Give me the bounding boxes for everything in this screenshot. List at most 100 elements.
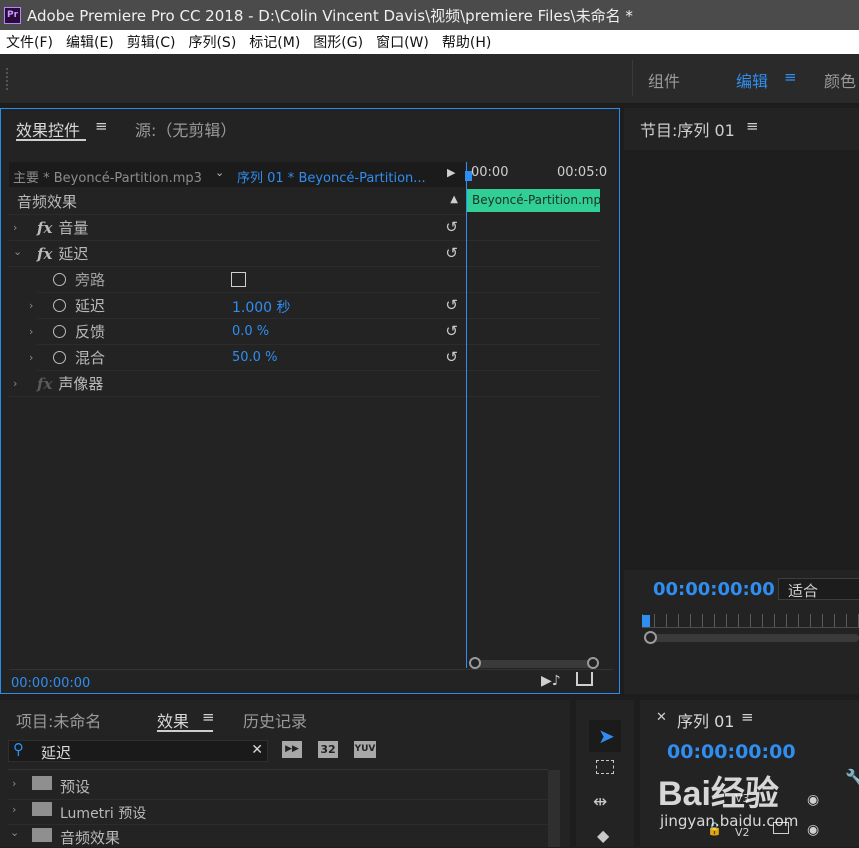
tree-item-lumetri-presets[interactable]: › Lumetri 预设: [8, 799, 548, 823]
clear-search-icon[interactable]: ✕: [251, 742, 263, 758]
collapse-chevron-icon[interactable]: ⌄: [10, 826, 19, 839]
eye-icon[interactable]: ◉: [807, 822, 819, 838]
effects-search-input[interactable]: ⚲ 延迟 ✕: [8, 740, 268, 762]
stopwatch-icon[interactable]: [53, 273, 66, 286]
sync-lock-icon[interactable]: [773, 822, 789, 834]
reset-icon[interactable]: ↺: [445, 296, 458, 314]
playhead-line: [466, 162, 467, 668]
yuv-effects-icon[interactable]: YUV: [354, 741, 376, 758]
expand-icon[interactable]: ›: [13, 221, 17, 234]
tab-source[interactable]: 源:（无剪辑）: [135, 117, 236, 141]
playhead-marker[interactable]: [642, 615, 650, 627]
tab-history[interactable]: 历史记录: [243, 708, 307, 732]
scroll-handle-right[interactable]: [587, 657, 599, 669]
track-select-tool-icon[interactable]: [596, 760, 614, 774]
zoom-select[interactable]: 适合: [778, 578, 859, 600]
workspace-editing[interactable]: 编辑: [736, 68, 768, 92]
drag-handle[interactable]: [6, 68, 9, 90]
timeline-timecode[interactable]: 00:00:00:00: [667, 741, 796, 763]
menu-file[interactable]: 文件(F): [6, 32, 53, 52]
track-label-v2[interactable]: V2: [735, 826, 750, 839]
reset-icon[interactable]: ↺: [445, 322, 458, 340]
effect-row-panner[interactable]: › fx 声像器: [9, 371, 466, 397]
menu-graphics[interactable]: 图形(G): [313, 32, 363, 52]
divider: [467, 266, 600, 267]
expand-icon[interactable]: ›: [29, 351, 33, 364]
effect-row-volume[interactable]: › fx 音量 ↺: [9, 215, 466, 241]
scroll-handle-left[interactable]: [469, 657, 481, 669]
workspace-color[interactable]: 颜色: [824, 68, 856, 92]
workspace-assembly[interactable]: 组件: [648, 68, 680, 92]
fx-icon[interactable]: fx: [37, 245, 52, 263]
effect-controls-panel: 效果控件 ≡ 源:（无剪辑） 主要 * Beyoncé-Partition.mp…: [0, 108, 620, 694]
ripple-edit-tool-icon[interactable]: ⇹: [593, 792, 607, 812]
accelerated-effects-icon[interactable]: ▶▶: [282, 741, 302, 758]
tab-effect-controls[interactable]: 效果控件: [16, 117, 80, 141]
program-monitor-title[interactable]: 节目:序列 01: [640, 117, 735, 141]
stopwatch-icon[interactable]: [53, 325, 66, 338]
menu-edit[interactable]: 编辑(E): [66, 32, 114, 52]
param-value[interactable]: 50.0 %: [232, 350, 277, 365]
menu-sequence[interactable]: 序列(S): [188, 32, 236, 52]
menu-window[interactable]: 窗口(W): [376, 32, 429, 52]
collapse-chevron-icon[interactable]: ⌄: [13, 245, 22, 258]
reset-icon[interactable]: ↺: [445, 348, 458, 366]
panel-menu-icon[interactable]: ≡: [95, 117, 108, 135]
eye-icon[interactable]: ◉: [807, 792, 819, 808]
panel-menu-icon[interactable]: ≡: [741, 708, 754, 726]
divider: [8, 769, 548, 770]
stopwatch-icon[interactable]: [53, 299, 66, 312]
loop-audio-icon[interactable]: ▶♪: [541, 673, 561, 689]
timeline-tab-title[interactable]: 序列 01: [677, 708, 734, 732]
menu-help[interactable]: 帮助(H): [442, 32, 491, 52]
tab-effects[interactable]: 效果: [157, 708, 189, 732]
panel-menu-icon[interactable]: ≡: [202, 708, 215, 726]
param-value[interactable]: 1.000 秒: [232, 297, 291, 317]
ruler-end: 00:05:0: [557, 165, 608, 180]
zoom-select-value: 适合: [788, 582, 819, 600]
expand-icon[interactable]: ›: [12, 803, 16, 816]
track-label-v3[interactable]: V3: [735, 792, 750, 805]
menu-clip[interactable]: 剪辑(C): [127, 32, 176, 52]
menu-markers[interactable]: 标记(M): [249, 32, 300, 52]
fx-icon[interactable]: fx: [37, 375, 52, 393]
expand-icon[interactable]: ›: [29, 325, 33, 338]
close-icon[interactable]: ✕: [656, 710, 667, 725]
lock-icon[interactable]: 🔓: [707, 822, 722, 836]
expand-icon[interactable]: ›: [29, 299, 33, 312]
wrench-icon[interactable]: 🔧: [845, 768, 859, 787]
expand-icon[interactable]: ›: [12, 777, 16, 790]
32bit-effects-icon[interactable]: 32: [318, 741, 338, 758]
expand-icon[interactable]: ›: [13, 377, 17, 390]
workspace-menu-icon[interactable]: ≡: [784, 68, 797, 86]
vertical-scrollbar[interactable]: [548, 770, 560, 847]
selection-tool-icon[interactable]: ➤: [598, 724, 615, 748]
play-only-audio-icon[interactable]: ▶: [447, 166, 455, 179]
bypass-checkbox[interactable]: [231, 272, 246, 287]
collapse-up-icon[interactable]: ▲: [450, 194, 458, 205]
video-display[interactable]: [624, 150, 859, 570]
stopwatch-icon[interactable]: [53, 351, 66, 364]
audio-effects-section: 音频效果 ▲: [9, 189, 466, 215]
param-value[interactable]: 0.0 %: [232, 324, 269, 339]
zoom-scrollbar[interactable]: [646, 634, 859, 642]
audio-clip-bar[interactable]: Beyoncé-Partition.mp: [467, 189, 600, 212]
current-timecode[interactable]: 00:00:00:00: [11, 676, 90, 691]
panel-menu-icon[interactable]: ≡: [746, 117, 759, 135]
chevron-down-icon[interactable]: ⌄: [215, 166, 224, 179]
export-icon[interactable]: [576, 672, 593, 686]
fx-icon[interactable]: fx: [37, 219, 52, 237]
zoom-scrollbar[interactable]: [471, 660, 595, 668]
reset-icon[interactable]: ↺: [445, 218, 458, 236]
razor-tool-icon[interactable]: ◆: [597, 826, 609, 845]
program-timecode[interactable]: 00:00:00:00: [653, 579, 775, 600]
time-ruler[interactable]: [642, 614, 859, 628]
tree-item-presets[interactable]: › 预设: [8, 774, 548, 798]
tree-item-audio-effects[interactable]: ⌄ 音频效果: [8, 824, 548, 847]
scroll-handle-left[interactable]: [644, 631, 657, 644]
tab-project[interactable]: 项目:未命名: [16, 708, 101, 732]
effect-row-delay[interactable]: ⌄ fx 延迟 ↺: [9, 241, 466, 267]
sequence-clip-label[interactable]: 序列 01 * Beyoncé-Partition...: [237, 167, 427, 186]
master-clip-label[interactable]: 主要 * Beyoncé-Partition.mp3: [13, 167, 202, 186]
reset-icon[interactable]: ↺: [445, 244, 458, 262]
